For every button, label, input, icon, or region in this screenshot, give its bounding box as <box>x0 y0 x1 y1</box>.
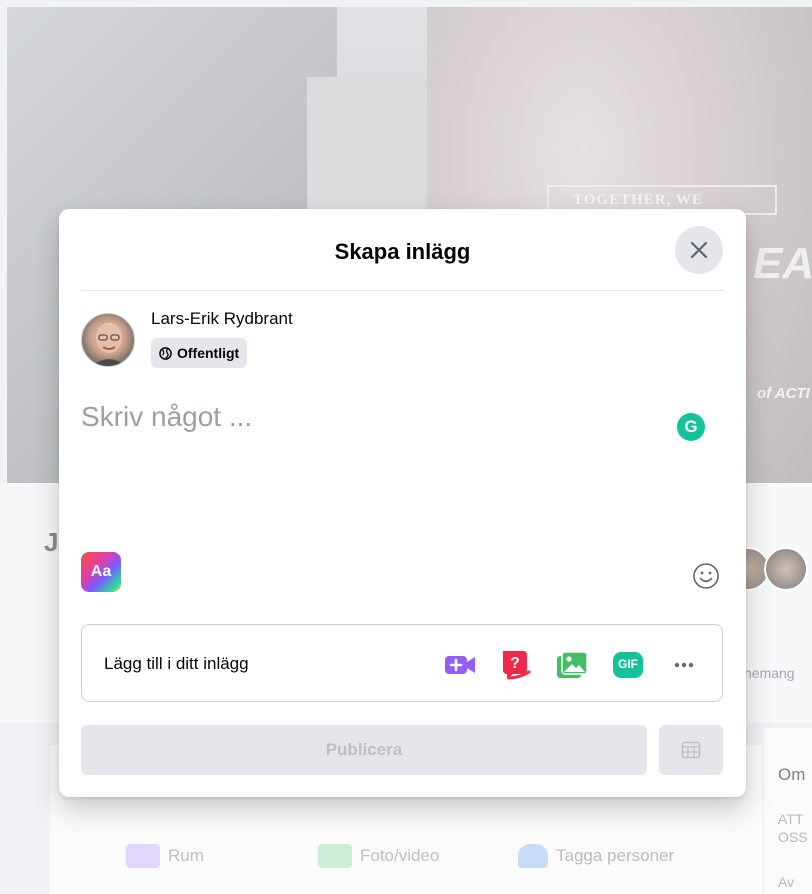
gif-button[interactable]: GIF <box>610 647 646 683</box>
emoji-button[interactable] <box>692 562 720 590</box>
live-video-icon <box>445 656 475 674</box>
audience-label: Offentligt <box>177 345 240 361</box>
publish-button[interactable]: Publicera <box>81 725 647 775</box>
create-post-dialog: Skapa inlägg Lars-Erik Rydbrant Offentli… <box>59 209 746 797</box>
more-icon <box>674 662 694 668</box>
composer-action-photo: Foto/video <box>318 844 439 868</box>
audience-selector[interactable]: Offentligt <box>151 338 248 368</box>
profile-menu-item-partial: hemang <box>744 665 795 681</box>
dialog-title: Skapa inlägg <box>334 239 471 264</box>
smiley-icon <box>693 563 719 589</box>
grammarly-icon[interactable]: G <box>677 413 705 441</box>
svg-text:?: ? <box>510 655 520 672</box>
profile-name-partial: J <box>44 527 59 557</box>
avatar-portrait <box>92 323 126 366</box>
avatar[interactable] <box>81 313 135 367</box>
schedule-button[interactable] <box>659 725 723 775</box>
question-icon: ? <box>503 651 531 680</box>
author-name: Lars-Erik Rydbrant <box>151 309 293 328</box>
globe-icon <box>159 346 172 360</box>
add-to-post-label: Lägg till i ditt inlägg <box>104 654 249 673</box>
add-to-post-bar: Lägg till i ditt inlägg ? GIF <box>81 624 723 702</box>
text-background-button[interactable]: Aa <box>81 552 121 592</box>
friend-avatar <box>764 547 808 591</box>
composer-action-tag: Tagga personer <box>518 844 674 868</box>
live-video-button[interactable] <box>442 647 478 683</box>
photo-video-button[interactable] <box>554 647 590 683</box>
close-button[interactable] <box>675 226 723 274</box>
photo-icon <box>318 844 352 868</box>
about-card: Om ATT OSS Av <box>764 728 812 894</box>
ask-question-button[interactable]: ? <box>498 647 534 683</box>
more-options-button[interactable] <box>666 647 702 683</box>
video-room-icon <box>126 844 160 868</box>
calendar-icon <box>681 741 701 759</box>
post-text-input[interactable] <box>81 397 641 437</box>
tag-people-icon <box>518 844 548 868</box>
header-divider <box>81 290 724 291</box>
photo-icon <box>557 651 588 678</box>
composer-action-room: Rum <box>126 844 204 868</box>
close-icon <box>690 241 708 259</box>
